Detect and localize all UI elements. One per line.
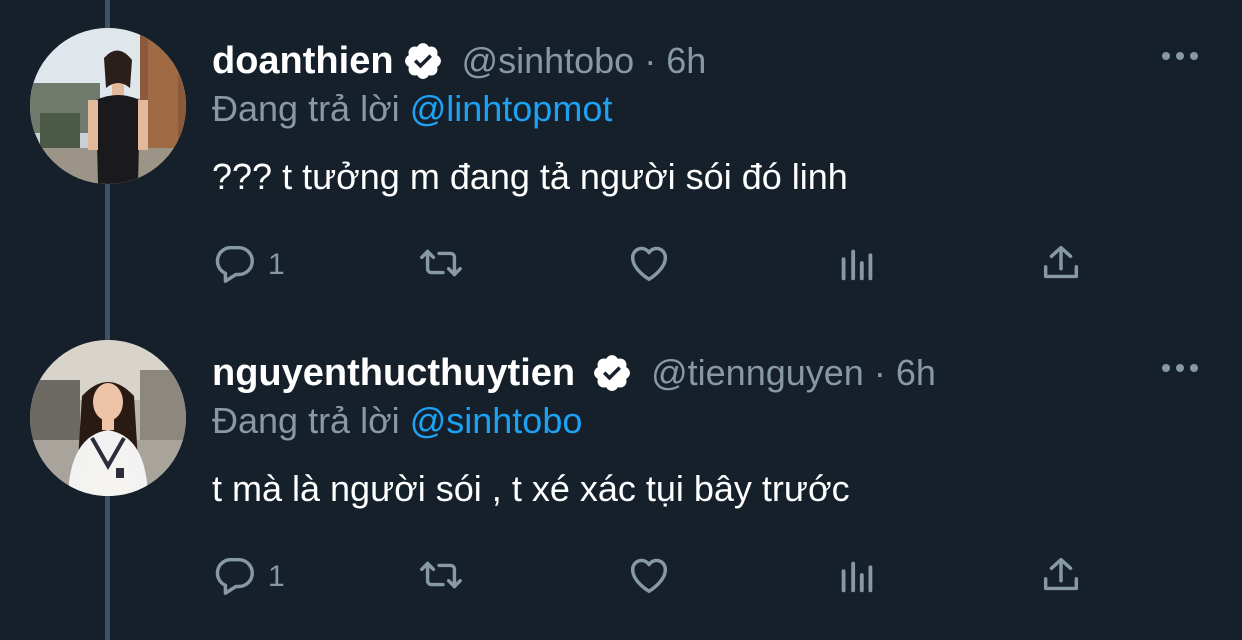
- tweet[interactable]: nguyenthucthuytien @tiennguyen · 6h Đang…: [0, 312, 1242, 624]
- tweet-actions: 1: [212, 552, 1092, 602]
- more-dots-icon[interactable]: [1160, 358, 1200, 378]
- like-button[interactable]: [626, 240, 672, 290]
- tweet-thread: doanthien @sinhtobo · 6h Đang trả lời @l…: [0, 0, 1242, 640]
- replying-to-line: Đang trả lời @linhtopmot: [212, 88, 612, 130]
- analytics-bar-icon: [834, 240, 880, 291]
- share-button[interactable]: [1038, 552, 1084, 602]
- verified-badge-icon: [402, 40, 444, 82]
- reply-count: 1: [268, 560, 285, 593]
- reply-icon: [212, 240, 258, 291]
- retweet-button[interactable]: [418, 552, 464, 602]
- tweet-header: doanthien @sinhtobo · 6h: [212, 36, 706, 86]
- replying-to-label: Đang trả lời: [212, 88, 400, 129]
- more-dots-icon[interactable]: [1160, 46, 1200, 66]
- like-heart-icon: [626, 240, 672, 291]
- display-name[interactable]: doanthien: [212, 40, 394, 83]
- share-button[interactable]: [1038, 240, 1084, 290]
- user-handle[interactable]: @sinhtobo: [462, 40, 635, 81]
- replying-to-line: Đang trả lời @sinhtobo: [212, 400, 582, 442]
- tweet-header: nguyenthucthuytien @tiennguyen · 6h: [212, 348, 936, 398]
- reply-mention-link[interactable]: @sinhtobo: [410, 400, 583, 441]
- separator-dot: ·: [873, 352, 886, 393]
- analytics-button[interactable]: [834, 240, 880, 290]
- share-upload-icon: [1038, 240, 1084, 291]
- avatar[interactable]: [30, 28, 186, 184]
- retweet-icon: [418, 240, 464, 291]
- reply-button[interactable]: 1: [212, 240, 285, 290]
- like-heart-icon: [626, 552, 672, 603]
- tweet-actions: 1: [212, 240, 1092, 290]
- avatar[interactable]: [30, 340, 186, 496]
- separator-dot: ·: [644, 40, 657, 81]
- reply-mention-link[interactable]: @linhtopmot: [410, 88, 613, 129]
- analytics-button[interactable]: [834, 552, 880, 602]
- tweet[interactable]: doanthien @sinhtobo · 6h Đang trả lời @l…: [0, 0, 1242, 312]
- timestamp[interactable]: 6h: [666, 40, 706, 81]
- user-handle[interactable]: @tiennguyen: [651, 352, 864, 393]
- replying-to-label: Đang trả lời: [212, 400, 400, 441]
- tweet-text: t mà là người sói , t xé xác tụi bây trư…: [212, 468, 850, 509]
- timestamp[interactable]: 6h: [896, 352, 936, 393]
- like-button[interactable]: [626, 552, 672, 602]
- verified-badge-icon: [591, 352, 633, 394]
- display-name[interactable]: nguyenthucthuytien: [212, 352, 575, 395]
- retweet-icon: [418, 552, 464, 603]
- reply-button[interactable]: 1: [212, 552, 285, 602]
- share-upload-icon: [1038, 552, 1084, 603]
- analytics-bar-icon: [834, 552, 880, 603]
- tweet-text: ??? t tưởng m đang tả người sói đó linh: [212, 156, 848, 197]
- reply-count: 1: [268, 248, 285, 281]
- reply-icon: [212, 552, 258, 603]
- retweet-button[interactable]: [418, 240, 464, 290]
